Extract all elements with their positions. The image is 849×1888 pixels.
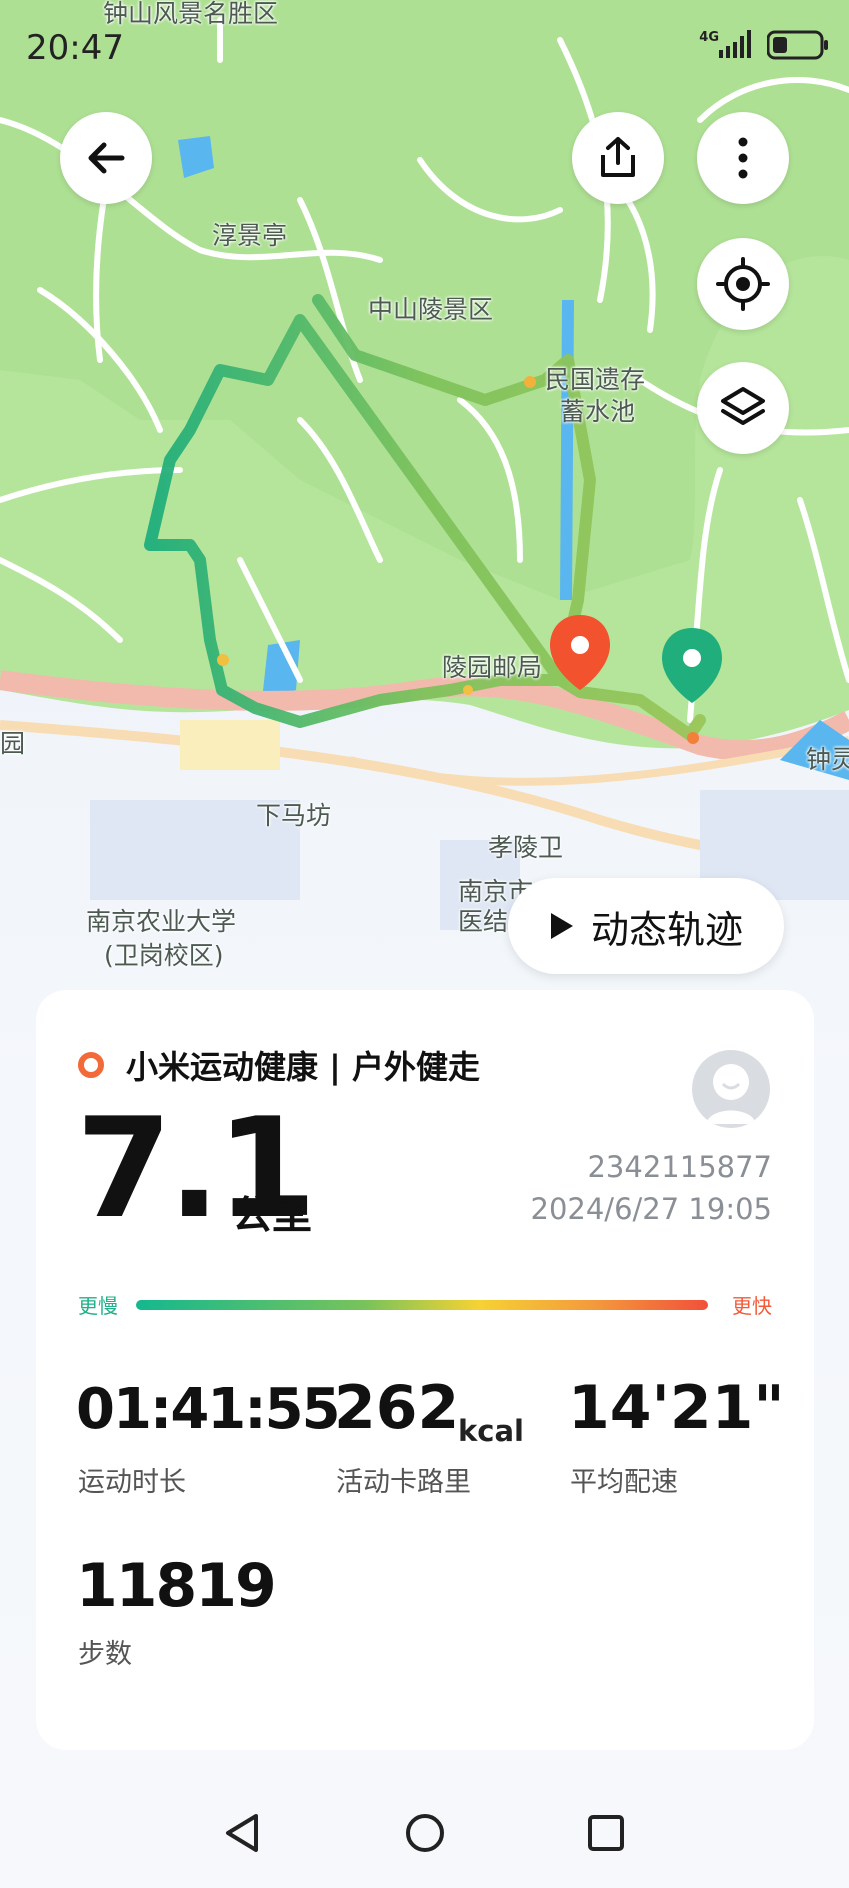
- back-button[interactable]: [60, 112, 152, 204]
- map-label: 孝陵卫: [488, 833, 564, 862]
- more-options-button[interactable]: [697, 112, 789, 204]
- calories-value: 262: [334, 1373, 460, 1443]
- pace-gradient-bar: [136, 1300, 708, 1310]
- duration-value: 01:41:55: [76, 1377, 341, 1442]
- dynamic-track-button[interactable]: 动态轨迹: [508, 878, 784, 974]
- play-icon: [550, 913, 573, 939]
- map-label: 中山陵景区: [368, 295, 494, 324]
- battery-icon: [767, 30, 828, 60]
- user-id: 2342115877: [587, 1150, 772, 1184]
- duration-label: 运动时长: [78, 1467, 186, 1498]
- share-icon: [601, 137, 635, 177]
- dynamic-track-label: 动态轨迹: [590, 907, 743, 952]
- map-label: 陵园邮局: [442, 653, 543, 682]
- map-layers-button[interactable]: [697, 362, 789, 454]
- workout-datetime: 2024/6/27 19:05: [530, 1192, 773, 1226]
- avg-pace-label: 平均配速: [570, 1467, 678, 1498]
- steps-value: 11819: [76, 1551, 277, 1621]
- more-vertical-icon: [738, 137, 748, 179]
- map-label: 园: [0, 729, 26, 758]
- map-label: 南京农业大学: [86, 907, 237, 936]
- status-bar: 20:47 4G: [0, 0, 849, 90]
- share-button[interactable]: [572, 112, 664, 204]
- calories-label: 活动卡路里: [336, 1467, 471, 1498]
- triangle-back-icon[interactable]: [222, 1812, 264, 1854]
- avg-pace-value: 14'21": [568, 1373, 785, 1443]
- workout-summary-card: 小米运动健康 | 户外健走 7.1 公里 2342115877 2024/6/2…: [36, 990, 814, 1750]
- map-label: 下马坊: [256, 801, 332, 830]
- signal-icon: [719, 30, 751, 58]
- map-label: (卫岗校区): [104, 941, 224, 970]
- map-label: 钟灵: [806, 745, 849, 774]
- square-recents-icon[interactable]: [585, 1812, 627, 1854]
- arrow-left-icon: [88, 142, 125, 174]
- map-label: 民国遗存: [545, 365, 646, 394]
- pace-fast-label: 更快: [732, 1294, 772, 1318]
- app-header: 小米运动健康 | 户外健走: [78, 1042, 480, 1088]
- outdoor-walk-icon: [78, 1052, 104, 1078]
- circle-home-icon[interactable]: [404, 1812, 446, 1854]
- locate-button[interactable]: [697, 238, 789, 330]
- app-title: 小米运动健康 | 户外健走: [126, 1048, 480, 1086]
- status-time: 20:47: [26, 28, 124, 68]
- user-avatar-icon: [706, 1064, 756, 1124]
- map-label: 医结: [458, 907, 509, 936]
- locate-target-icon: [716, 257, 770, 311]
- system-nav-bar: [0, 1790, 849, 1888]
- calories-unit: kcal: [458, 1414, 524, 1448]
- pace-slow-label: 更慢: [78, 1294, 118, 1318]
- layers-icon: [721, 387, 765, 425]
- network-indicator: 4G: [699, 30, 719, 45]
- avatar[interactable]: [692, 1050, 770, 1128]
- map-label: 淳景亭: [212, 221, 288, 250]
- distance-unit: 公里: [232, 1192, 312, 1238]
- map-label: 蓄水池: [560, 397, 636, 426]
- steps-label: 步数: [78, 1639, 132, 1670]
